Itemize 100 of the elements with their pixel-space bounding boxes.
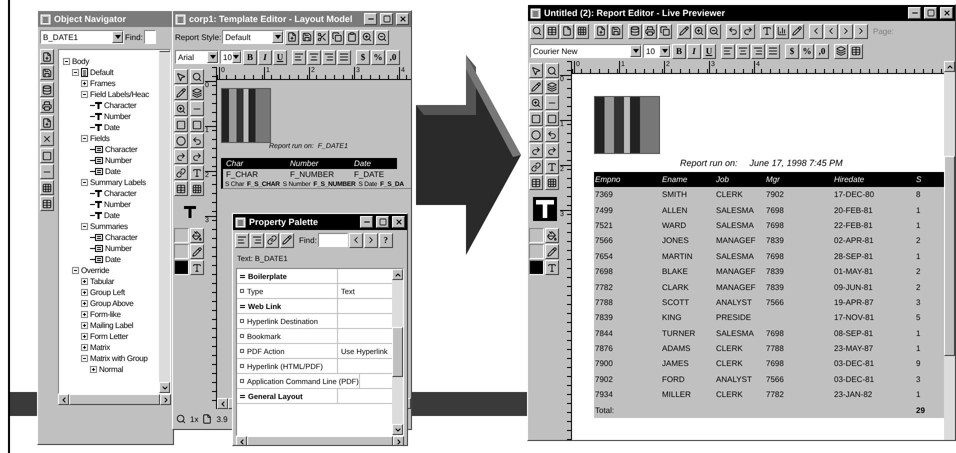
tree-item[interactable]: Group Left <box>90 288 125 297</box>
column-heading: Ename <box>661 172 715 187</box>
tree-item[interactable]: Frames <box>90 79 116 88</box>
table-cell-text: 7654 <box>594 250 614 263</box>
tree-item[interactable]: Summaries <box>90 222 128 231</box>
tree-item[interactable]: Character <box>104 101 136 110</box>
table-cell-text: CLERK <box>715 389 744 402</box>
tree-item[interactable]: Date <box>104 123 120 132</box>
font-select[interactable]: Courier New <box>530 44 642 58</box>
tree-item[interactable]: Summary Labels <box>90 178 146 187</box>
table-cell-text: 09-JUN-81 <box>833 282 874 294</box>
table-cell-text: SMITH <box>661 189 688 202</box>
field-name: F_CHAR <box>225 169 260 180</box>
table-cell-text: 7788 <box>594 296 614 309</box>
table-cell-text: 7698 <box>765 204 785 217</box>
tree-item[interactable]: Field Labels/Heac <box>90 90 149 99</box>
number-format-button[interactable]: $ <box>356 50 370 64</box>
tree-item[interactable]: Normal <box>99 365 123 374</box>
table-cell-text: 28-SEP-81 <box>833 250 874 263</box>
table-cell-text: ALLEN <box>661 204 688 217</box>
table-cell-text: 7900 <box>594 358 614 370</box>
tree-item[interactable]: Override <box>81 266 110 275</box>
column-heading: Char <box>223 158 287 169</box>
underline-button[interactable]: U <box>702 44 716 58</box>
table-cell-text: 23-MAY-87 <box>833 343 874 356</box>
tree-item[interactable]: Character <box>105 233 138 242</box>
table-cell-text: MANAGEF <box>715 235 757 248</box>
report-style-select[interactable]: Default <box>222 30 284 44</box>
number-format-button[interactable]: % <box>800 44 814 58</box>
table-cell-text: 7839 <box>765 282 785 294</box>
underline-button[interactable]: U <box>273 50 287 64</box>
column-heading: Empno <box>594 172 661 187</box>
bold-button[interactable]: B <box>672 44 686 58</box>
field-name: F_DATE <box>353 169 386 180</box>
tree-item[interactable]: Number <box>104 112 131 121</box>
table-cell-text: 03-DEC-81 <box>833 358 876 370</box>
table-cell-text: MILLER <box>661 389 692 402</box>
tree-item[interactable]: Group Above <box>90 299 134 308</box>
tree-item[interactable]: Matrix <box>90 343 110 352</box>
table-cell-text: 22-FEB-81 <box>833 220 874 232</box>
table-cell-text: 7876 <box>594 343 614 356</box>
table-cell-text: 1 <box>915 343 922 356</box>
number-format-button[interactable]: ,0 <box>815 44 829 58</box>
table-cell-text: 01-MAY-81 <box>833 266 874 278</box>
table-cell-text: ANALYST <box>715 296 753 309</box>
find-label: Find: <box>299 236 317 244</box>
font-select[interactable]: Arial <box>175 50 219 64</box>
tree-item[interactable]: Form Letter <box>90 332 128 341</box>
table-cell-text: MANAGEF <box>715 266 757 278</box>
table-cell-text: SALESMA <box>715 250 755 263</box>
number-format-button[interactable]: ,0 <box>386 50 400 64</box>
tree-item[interactable]: Character <box>105 145 138 154</box>
table-cell-text: 1 <box>915 204 922 217</box>
font-size-select[interactable]: 10 <box>220 50 242 64</box>
tree-item[interactable]: Number <box>105 156 132 165</box>
italic-button[interactable]: I <box>258 50 272 64</box>
table-cell-text: 7698 <box>765 250 785 263</box>
tree-item[interactable]: Date <box>105 167 121 176</box>
table-cell-text: 9 <box>915 358 922 370</box>
table-cell-text: 7782 <box>765 389 785 402</box>
tree-item[interactable]: Matrix with Group <box>90 354 148 363</box>
tree-item[interactable]: Number <box>105 244 132 253</box>
number-format-button[interactable]: % <box>371 50 385 64</box>
table-cell-text: SALESMA <box>715 220 755 232</box>
tree-item[interactable]: Body <box>72 57 90 66</box>
font-size-select[interactable]: 10 <box>643 44 671 58</box>
window-title: Property Palette <box>249 217 320 227</box>
table-cell-text: 02-APR-81 <box>833 235 875 248</box>
table-cell-text: ANALYST <box>715 374 753 386</box>
run-on-label: Report run on: <box>680 158 738 168</box>
table-cell-text: 7839 <box>765 266 785 278</box>
table-cell-text: MARTIN <box>661 250 694 263</box>
tree-item[interactable]: Date <box>105 255 121 264</box>
tree-item[interactable]: Character <box>104 189 136 198</box>
table-cell-text: 5 <box>915 312 922 324</box>
bold-button[interactable]: B <box>243 50 257 64</box>
table-cell-text: JONES <box>661 235 690 248</box>
table-cell-text: 1 <box>915 220 922 232</box>
help-button[interactable]: ? <box>378 232 393 248</box>
table-cell-text: SALESMA <box>715 328 755 340</box>
tree-item[interactable]: Fields <box>90 134 110 143</box>
tree-item[interactable]: Form-like <box>90 310 121 319</box>
table-cell-text: 2 <box>915 266 922 278</box>
table-cell-text: CLERK <box>715 358 744 370</box>
report-style-label: Report Style: <box>175 32 222 42</box>
object-selector[interactable]: B_DATE1 <box>40 30 124 44</box>
table-cell-text: KING <box>661 312 683 324</box>
tree-item[interactable]: Tabular <box>90 277 114 286</box>
tree-item[interactable]: Mailing Label <box>90 321 134 330</box>
table-cell-text: 20-FEB-81 <box>833 204 874 217</box>
italic-button[interactable]: I <box>687 44 701 58</box>
table-cell-text: 7902 <box>594 374 614 386</box>
position-readout: 3.9 <box>216 414 228 424</box>
tree-item[interactable]: Default <box>90 68 114 77</box>
tree-item[interactable]: Number <box>104 200 131 209</box>
tree-item[interactable]: Date <box>104 211 120 220</box>
number-format-button[interactable]: $ <box>785 44 799 58</box>
table-cell-text: BLAKE <box>661 266 689 278</box>
table-cell-text: 7369 <box>594 189 614 202</box>
table-cell-text: 23-JAN-82 <box>833 389 874 402</box>
